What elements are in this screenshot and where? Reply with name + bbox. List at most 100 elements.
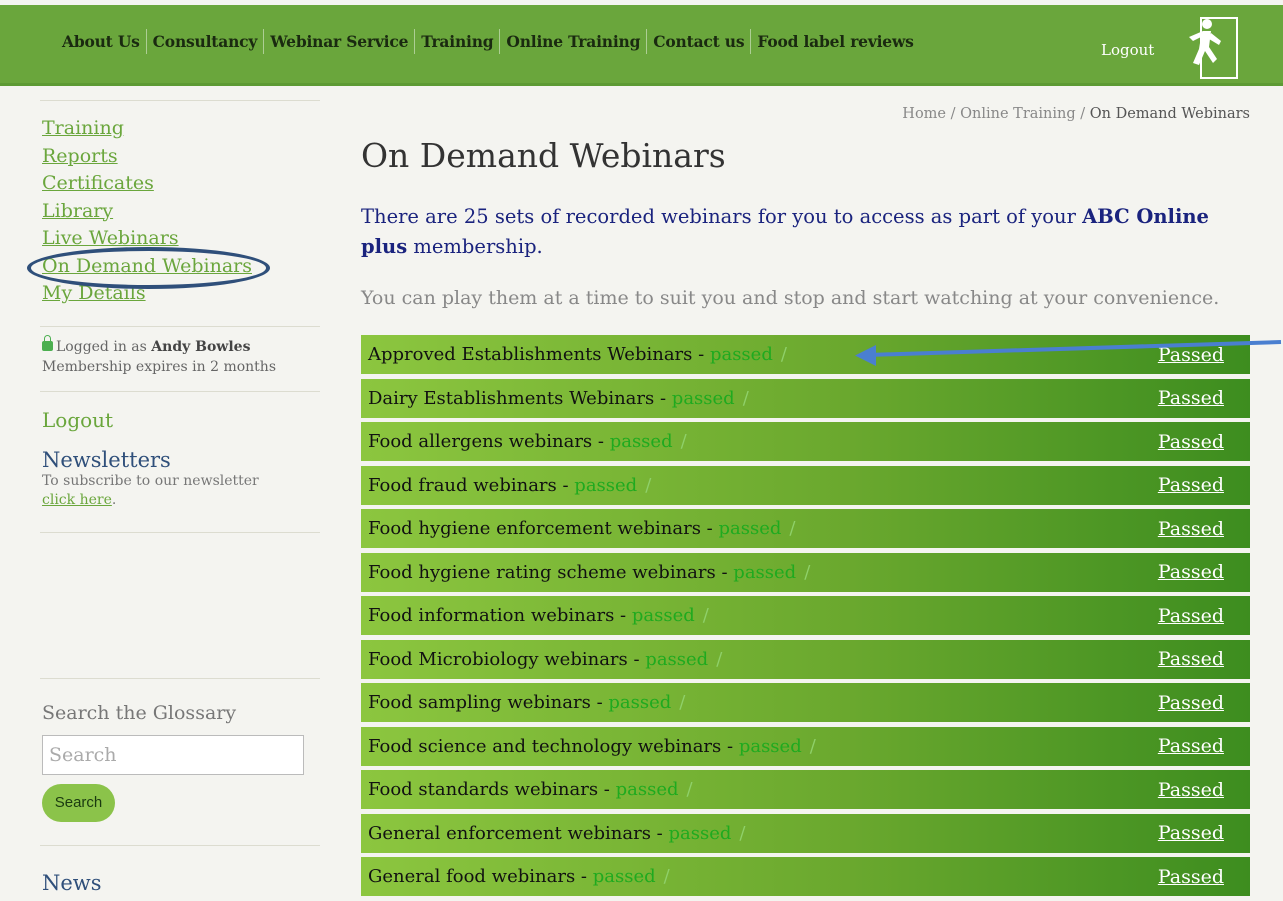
passed-link[interactable]: Passed xyxy=(1158,648,1224,670)
news-heading: News xyxy=(42,871,102,895)
divider xyxy=(40,678,320,679)
nav-webinar-service[interactable]: Webinar Service xyxy=(264,29,416,54)
newsletters-heading: Newsletters xyxy=(42,447,171,472)
webinar-title: Dairy Establishments Webinars - passed / xyxy=(368,387,749,409)
breadcrumb-online-training[interactable]: Online Training xyxy=(960,106,1076,122)
passed-link[interactable]: Passed xyxy=(1158,474,1224,496)
webinar-name: Food sampling webinars xyxy=(368,692,591,713)
webinar-status: passed xyxy=(733,561,797,583)
nav-online-training[interactable]: Online Training xyxy=(500,29,648,54)
page-title: On Demand Webinars xyxy=(361,136,726,175)
separator: / xyxy=(680,431,687,452)
webinar-row[interactable]: Food science and technology webinars - p… xyxy=(361,726,1250,766)
separator: / xyxy=(739,822,746,844)
webinar-row[interactable]: Food information webinars - passed / Passe… xyxy=(361,596,1250,635)
exit-person-icon[interactable] xyxy=(1163,15,1239,79)
sidebar-logout-link[interactable]: Logout xyxy=(42,408,322,432)
nav-consultancy[interactable]: Consultancy xyxy=(147,29,265,54)
lock-icon xyxy=(42,334,53,351)
webinar-status: passed xyxy=(608,692,672,713)
webinar-name: Food Microbiology webinars xyxy=(368,648,628,670)
separator: / xyxy=(780,344,787,365)
webinar-row[interactable]: General food webinars - passed / Passed xyxy=(361,857,1250,896)
membership-expiry: Membership expires in 2 months xyxy=(42,358,277,375)
webinar-name: General food webinars xyxy=(368,866,576,887)
webinar-status: passed xyxy=(609,431,673,452)
sidebar-item-library[interactable]: Library xyxy=(42,198,322,226)
divider xyxy=(40,845,320,846)
webinar-row[interactable]: General enforcement webinars - passed / Pa… xyxy=(361,813,1250,853)
webinar-status: passed xyxy=(592,866,656,887)
nav-about-us[interactable]: About Us xyxy=(56,29,147,54)
passed-link[interactable]: Passed xyxy=(1158,344,1224,366)
webinar-row[interactable]: Food Microbiology webinars - passed / Pass… xyxy=(361,639,1250,679)
login-status: Logged in as Andy Bowles Membership expi… xyxy=(42,334,322,377)
sidebar-item-training[interactable]: Training xyxy=(42,115,322,143)
webinar-row[interactable]: Approved Establishments Webinars - passe… xyxy=(361,335,1250,374)
sidebar-item-reports[interactable]: Reports xyxy=(42,143,322,171)
webinar-title: Food hygiene enforcement webinars - pass… xyxy=(368,518,796,539)
newsletters-description: To subscribe to our newsletter xyxy=(42,472,259,489)
webinar-row[interactable]: Food fraud webinars - passed / Passed xyxy=(361,465,1250,505)
passed-link[interactable]: Passed xyxy=(1158,735,1224,757)
intro-note: You can play them at a time to suit you … xyxy=(361,287,1220,309)
webinar-status: passed xyxy=(718,518,782,539)
intro-text: There are 25 sets of recorded webinars f… xyxy=(361,202,1241,262)
top-navigation-bar: About Us Consultancy Webinar Service Tra… xyxy=(0,5,1283,86)
passed-link[interactable]: Passed xyxy=(1158,692,1224,714)
webinar-name: Food fraud webinars xyxy=(368,474,557,496)
webinar-row[interactable]: Dairy Establishments Webinars - passed / P… xyxy=(361,378,1250,418)
passed-link[interactable]: Passed xyxy=(1158,431,1224,453)
newsletter-subscribe-link[interactable]: click here xyxy=(42,492,112,508)
webinar-status: passed xyxy=(709,344,773,365)
webinar-name: Food hygiene rating scheme webinars xyxy=(368,561,716,583)
webinar-title: Food sampling webinars - passed / xyxy=(368,692,686,713)
passed-link[interactable]: Passed xyxy=(1158,779,1224,801)
glossary-label: Search the Glossary xyxy=(42,702,237,724)
top-logout-link[interactable]: Logout xyxy=(1101,41,1154,59)
glossary-search-button[interactable]: Search xyxy=(42,784,115,822)
sidebar-item-certificates[interactable]: Certificates xyxy=(42,170,322,198)
passed-link[interactable]: Passed xyxy=(1158,387,1224,409)
passed-link[interactable]: Passed xyxy=(1158,561,1224,583)
webinar-title: General food webinars - passed / xyxy=(368,866,670,887)
webinar-row[interactable]: Food hygiene enforcement webinars - pass… xyxy=(361,509,1250,548)
breadcrumb-current: On Demand Webinars xyxy=(1089,106,1250,122)
webinar-name: General enforcement webinars xyxy=(368,822,651,844)
passed-link[interactable]: Passed xyxy=(1158,518,1224,540)
webinar-name: Food information webinars xyxy=(368,605,615,626)
glossary-search-input[interactable]: Search xyxy=(42,735,304,775)
intro-part: There are 25 sets of recorded webinars f… xyxy=(361,205,1083,228)
nav-food-label-reviews[interactable]: Food label reviews xyxy=(751,29,919,54)
separator: / xyxy=(686,779,693,800)
webinar-title: Food allergens webinars - passed / xyxy=(368,431,687,452)
webinar-status: passed xyxy=(738,735,802,757)
webinar-name: Food allergens webinars xyxy=(368,431,593,452)
webinar-status: passed xyxy=(631,605,695,626)
main-nav: About Us Consultancy Webinar Service Tra… xyxy=(56,29,920,54)
passed-link[interactable]: Passed xyxy=(1158,822,1224,844)
webinar-status: passed xyxy=(574,474,638,496)
webinar-status: passed xyxy=(615,779,679,800)
webinar-name: Dairy Establishments Webinars xyxy=(368,387,655,409)
nav-training[interactable]: Training xyxy=(415,29,501,54)
newsletters-text: To subscribe to our newsletter click her… xyxy=(42,472,259,508)
webinar-row[interactable]: Food allergens webinars - passed / Passed xyxy=(361,422,1250,461)
user-name: Andy Bowles xyxy=(151,338,251,355)
separator: / xyxy=(702,605,709,626)
webinar-row[interactable]: Food sampling webinars - passed / Passed xyxy=(361,683,1250,722)
breadcrumb-home[interactable]: Home xyxy=(902,106,946,122)
passed-link[interactable]: Passed xyxy=(1158,605,1224,627)
webinar-row[interactable]: Food standards webinars - passed / Passed xyxy=(361,770,1250,809)
webinar-list: Approved Establishments Webinars - passe… xyxy=(361,335,1250,901)
separator: / xyxy=(804,561,811,583)
intro-part: membership. xyxy=(407,235,543,258)
passed-link[interactable]: Passed xyxy=(1158,866,1224,888)
nav-contact-us[interactable]: Contact us xyxy=(647,29,752,54)
separator: / xyxy=(742,387,749,409)
divider xyxy=(40,390,320,392)
webinar-status: passed xyxy=(671,387,735,409)
webinar-row[interactable]: Food hygiene rating scheme webinars - pa… xyxy=(361,552,1250,592)
separator: / xyxy=(716,648,723,670)
sidebar: Training Reports Certificates Library Li… xyxy=(27,100,322,533)
